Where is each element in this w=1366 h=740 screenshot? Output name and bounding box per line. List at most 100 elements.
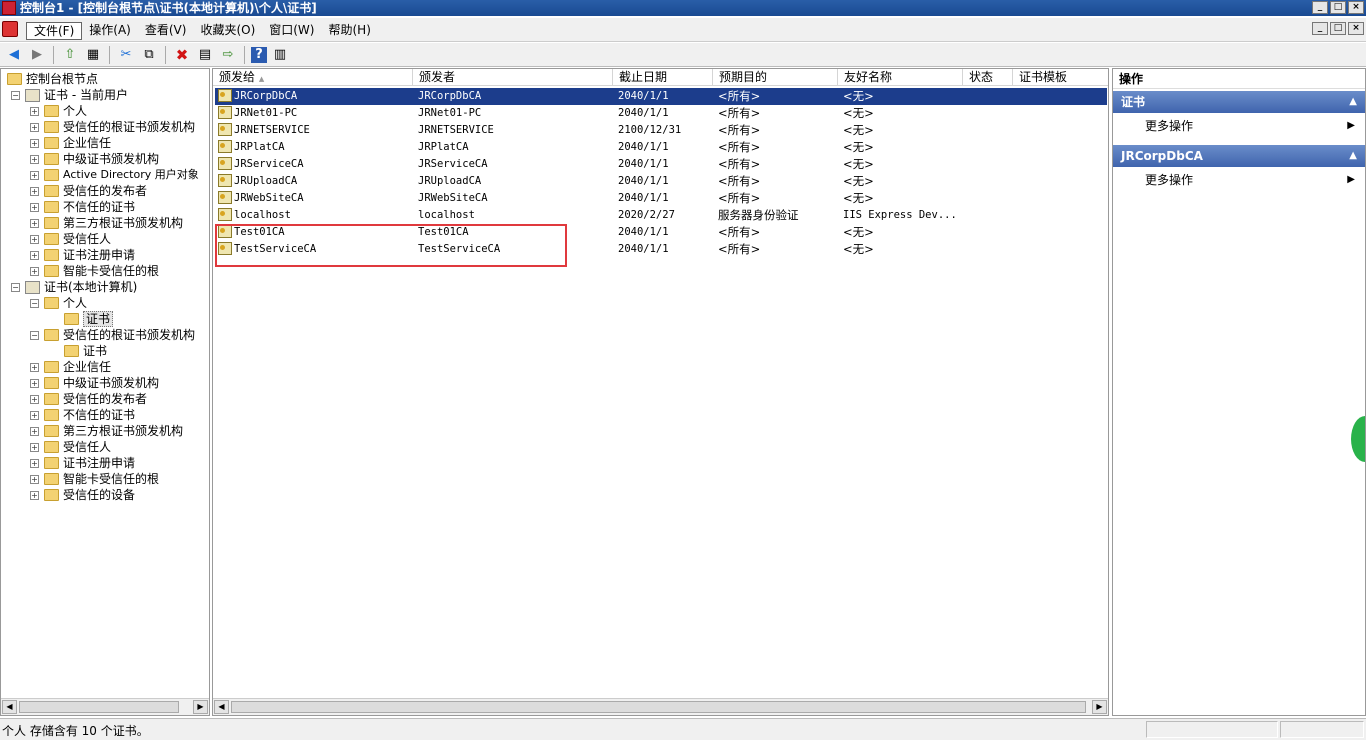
- child-close-button[interactable]: ×: [1348, 22, 1364, 35]
- scroll-right-arrow[interactable]: ▶: [1092, 700, 1107, 714]
- tree-node[interactable]: + 受信任的发布者: [1, 391, 209, 407]
- menu-action[interactable]: 操作(A): [82, 22, 138, 40]
- menu-file[interactable]: 文件(F): [26, 22, 83, 40]
- copy-icon[interactable]: ⧉: [139, 46, 159, 64]
- certificate-row[interactable]: localhost localhost 2020/2/27 服务器身份验证 IIS Ex…: [215, 207, 1107, 224]
- more-actions-item[interactable]: 更多操作 ▶: [1113, 115, 1365, 137]
- delete-icon[interactable]: ✖: [172, 46, 192, 64]
- tree-node[interactable]: 证书: [1, 343, 209, 359]
- tree-node[interactable]: − 受信任的根证书颁发机构: [1, 327, 209, 343]
- tree-node[interactable]: + 不信任的证书: [1, 407, 209, 423]
- scroll-thumb[interactable]: [231, 701, 1086, 713]
- tree-horizontal-scrollbar[interactable]: ◀ ▶: [1, 698, 209, 715]
- collapse-icon[interactable]: −: [11, 91, 20, 100]
- menu-favorites[interactable]: 收藏夹(O): [193, 22, 262, 40]
- tree-node[interactable]: + 中级证书颁发机构: [1, 375, 209, 391]
- tree-node[interactable]: + Active Directory 用户对象: [1, 167, 209, 183]
- scroll-right-arrow[interactable]: ▶: [193, 700, 208, 714]
- forward-arrow-icon[interactable]: ▶: [27, 46, 47, 64]
- certificate-row[interactable]: JRCorpDbCA JRCorpDbCA 2040/1/1 <所有> <无>: [215, 88, 1107, 105]
- expand-icon[interactable]: +: [30, 443, 39, 452]
- expand-icon[interactable]: +: [30, 395, 39, 404]
- certificate-row[interactable]: JRNETSERVICE JRNETSERVICE 2100/12/31 <所有> <无…: [215, 122, 1107, 139]
- back-arrow-icon[interactable]: ◀: [4, 46, 24, 64]
- tree-node[interactable]: + 企业信任: [1, 135, 209, 151]
- tree-node[interactable]: + 受信任人: [1, 231, 209, 247]
- column-status[interactable]: 状态: [963, 69, 1013, 86]
- certificate-row[interactable]: JRNet01-PC JRNet01-PC 2040/1/1 <所有> <无>: [215, 105, 1107, 122]
- expand-icon[interactable]: +: [30, 187, 39, 196]
- expand-icon[interactable]: +: [30, 427, 39, 436]
- collapse-icon[interactable]: −: [30, 299, 39, 308]
- more-actions-item[interactable]: 更多操作 ▶: [1113, 169, 1365, 191]
- expand-icon[interactable]: +: [30, 139, 39, 148]
- tree-node[interactable]: + 受信任的根证书颁发机构: [1, 119, 209, 135]
- collapse-icon[interactable]: −: [30, 331, 39, 340]
- tree-node[interactable]: 证书: [1, 311, 209, 327]
- console-doc-icon[interactable]: [2, 21, 18, 37]
- tree-node[interactable]: − 证书 - 当前用户: [1, 87, 209, 103]
- expand-icon[interactable]: +: [30, 475, 39, 484]
- tree-node[interactable]: + 受信任的设备: [1, 487, 209, 503]
- tree-node[interactable]: + 智能卡受信任的根: [1, 471, 209, 487]
- certificate-row[interactable]: JRPlatCA JRPlatCA 2040/1/1 <所有> <无>: [215, 139, 1107, 156]
- certificate-row[interactable]: JRUploadCA JRUploadCA 2040/1/1 <所有> <无>: [215, 173, 1107, 190]
- child-restore-button[interactable]: □: [1330, 22, 1346, 35]
- menu-view[interactable]: 查看(V): [138, 22, 194, 40]
- help-icon[interactable]: ?: [251, 46, 267, 63]
- child-minimize-button[interactable]: _: [1312, 22, 1328, 35]
- tree-node[interactable]: 控制台根节点: [1, 71, 209, 87]
- tree-node[interactable]: − 证书(本地计算机): [1, 279, 209, 295]
- properties-icon[interactable]: ▤: [195, 46, 215, 64]
- expand-icon[interactable]: +: [30, 155, 39, 164]
- expand-icon[interactable]: +: [30, 219, 39, 228]
- cut-icon[interactable]: ✂: [116, 46, 136, 64]
- column-friendly-name[interactable]: 友好名称: [838, 69, 963, 86]
- expand-icon[interactable]: +: [30, 379, 39, 388]
- expand-icon[interactable]: +: [30, 459, 39, 468]
- actions-section-selected-cert[interactable]: JRCorpDbCA ▲: [1113, 145, 1365, 167]
- collapse-caret-icon[interactable]: ▲: [1349, 145, 1357, 167]
- column-expiration[interactable]: 截止日期: [613, 69, 713, 86]
- expand-icon[interactable]: +: [30, 107, 39, 116]
- column-issued-by[interactable]: 颁发者: [413, 69, 613, 86]
- expand-icon[interactable]: +: [30, 123, 39, 132]
- tree-node[interactable]: − 个人: [1, 295, 209, 311]
- show-hide-tree-icon[interactable]: ▦: [83, 46, 103, 64]
- tree-node[interactable]: + 第三方根证书颁发机构: [1, 215, 209, 231]
- list-horizontal-scrollbar[interactable]: ◀ ▶: [213, 698, 1108, 715]
- expand-icon[interactable]: +: [30, 363, 39, 372]
- actions-section-certificates[interactable]: 证书 ▲: [1113, 91, 1365, 113]
- tree-node[interactable]: + 第三方根证书颁发机构: [1, 423, 209, 439]
- export-list-icon[interactable]: ⇨: [218, 46, 238, 64]
- menu-help[interactable]: 帮助(H): [321, 22, 377, 40]
- collapse-icon[interactable]: −: [11, 283, 20, 292]
- scroll-thumb[interactable]: [19, 701, 179, 713]
- minimize-button[interactable]: _: [1312, 1, 1328, 14]
- expand-icon[interactable]: +: [30, 235, 39, 244]
- certificate-row[interactable]: JRServiceCA JRServiceCA 2040/1/1 <所有> <无>: [215, 156, 1107, 173]
- tree-node[interactable]: + 受信任的发布者: [1, 183, 209, 199]
- scroll-left-arrow[interactable]: ◀: [214, 700, 229, 714]
- expand-icon[interactable]: +: [30, 267, 39, 276]
- expand-icon[interactable]: +: [30, 203, 39, 212]
- tree-node[interactable]: + 证书注册申请: [1, 455, 209, 471]
- collapse-caret-icon[interactable]: ▲: [1349, 91, 1357, 113]
- tree-node[interactable]: + 企业信任: [1, 359, 209, 375]
- expand-icon[interactable]: +: [30, 491, 39, 500]
- tree-node[interactable]: + 受信任人: [1, 439, 209, 455]
- column-issued-to[interactable]: 颁发给 ▲: [213, 69, 413, 86]
- up-folder-icon[interactable]: ⇧: [60, 46, 80, 64]
- tree-node[interactable]: + 中级证书颁发机构: [1, 151, 209, 167]
- expand-icon[interactable]: +: [30, 411, 39, 420]
- tree-node[interactable]: + 智能卡受信任的根: [1, 263, 209, 279]
- close-button[interactable]: ×: [1348, 1, 1364, 14]
- menu-window[interactable]: 窗口(W): [262, 22, 321, 40]
- column-template[interactable]: 证书模板: [1013, 69, 1108, 86]
- certificate-row[interactable]: JRWebSiteCA JRWebSiteCA 2040/1/1 <所有> <无>: [215, 190, 1107, 207]
- tree-node[interactable]: + 个人: [1, 103, 209, 119]
- floating-green-widget-icon[interactable]: [1351, 416, 1365, 462]
- restore-button[interactable]: □: [1330, 1, 1346, 14]
- tree-node[interactable]: + 证书注册申请: [1, 247, 209, 263]
- column-purpose[interactable]: 预期目的: [713, 69, 838, 86]
